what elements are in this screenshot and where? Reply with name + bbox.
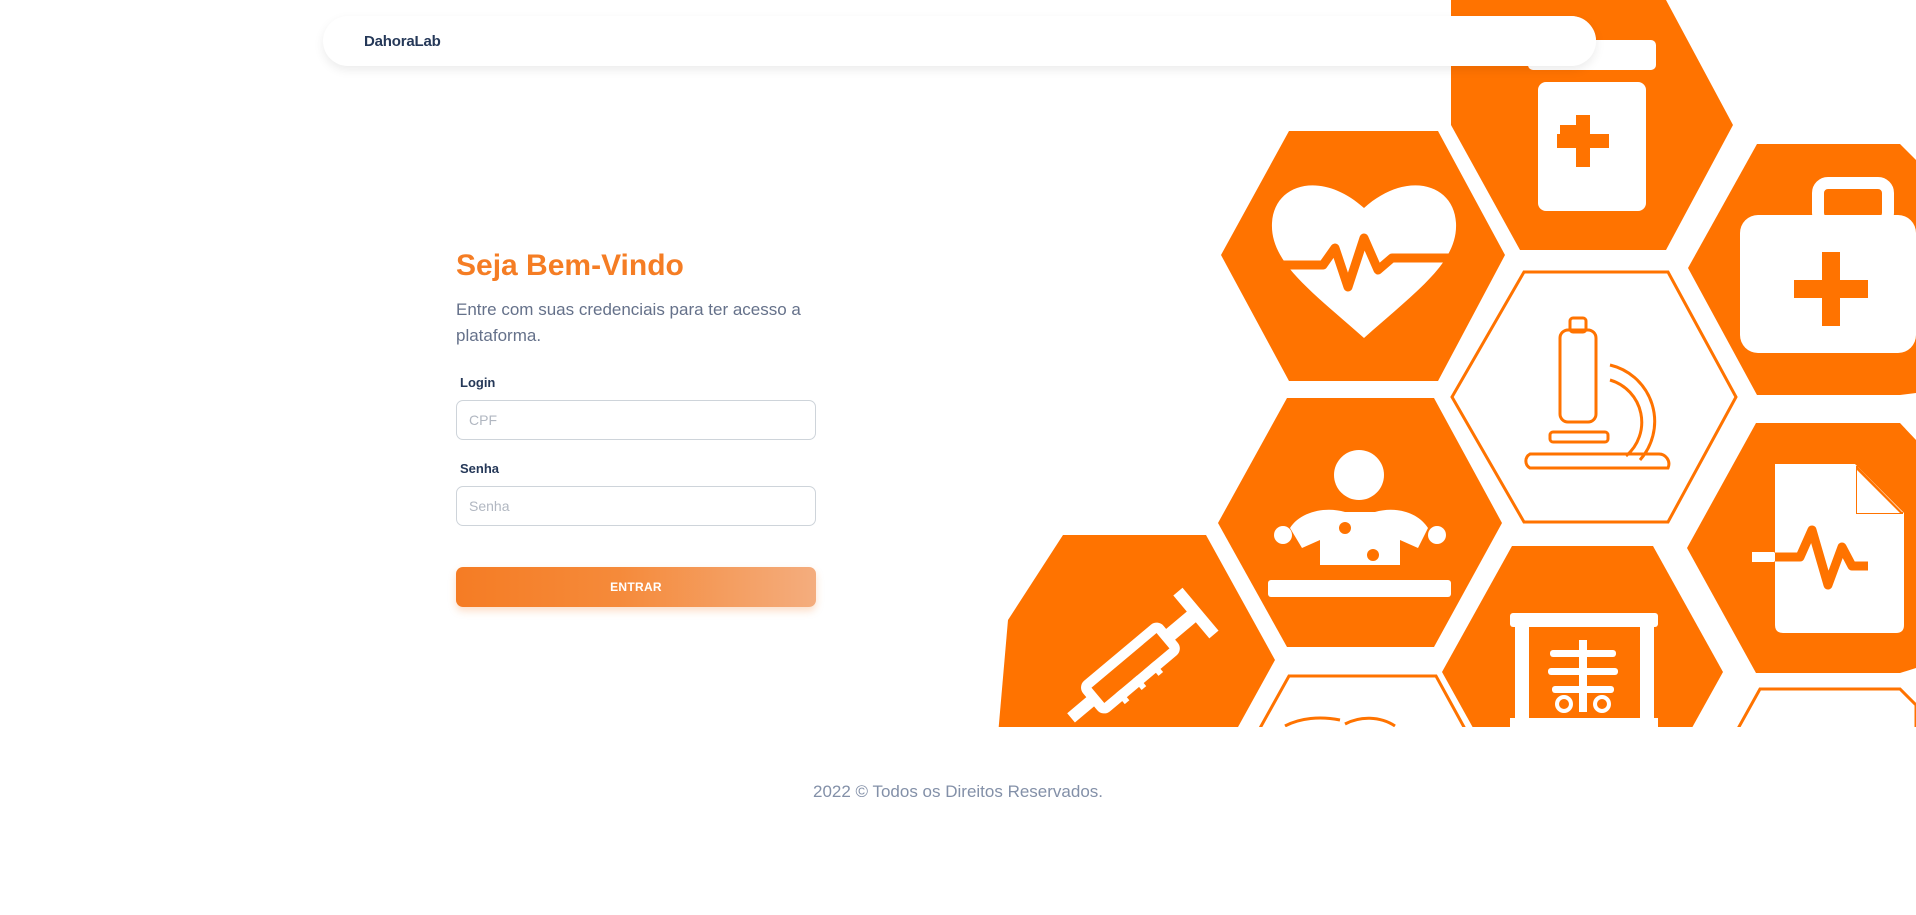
- patient-bed-icon: [1218, 398, 1502, 647]
- microscope-icon: [1450, 270, 1738, 524]
- first-aid-kit-icon: [1688, 144, 1916, 395]
- welcome-title: Seja Bem-Vindo: [456, 249, 684, 282]
- welcome-subtitle: Entre com suas credenciais para ter aces…: [456, 300, 801, 345]
- cpf-input[interactable]: [456, 400, 816, 440]
- syringe-icon: [998, 535, 1275, 727]
- login-label: Login: [460, 375, 496, 390]
- top-navbar: DahoraLab: [323, 16, 1596, 66]
- password-input[interactable]: [456, 486, 816, 526]
- login-panel: Seja Bem-Vindo Entre com suas credenciai…: [456, 245, 816, 607]
- password-label: Senha: [460, 461, 500, 476]
- heart-pulse-icon: [1221, 131, 1505, 381]
- xray-icon: [1442, 546, 1723, 727]
- medical-illustration: [998, 0, 1916, 727]
- footer-copyright: 2022 © Todos os Direitos Reservados.: [812, 782, 1104, 801]
- document-pulse-icon: [1687, 423, 1916, 673]
- login-button[interactable]: ENTRAR: [456, 567, 816, 607]
- outline-hex: [1737, 687, 1916, 727]
- brand-logo[interactable]: DahoraLab: [364, 33, 441, 50]
